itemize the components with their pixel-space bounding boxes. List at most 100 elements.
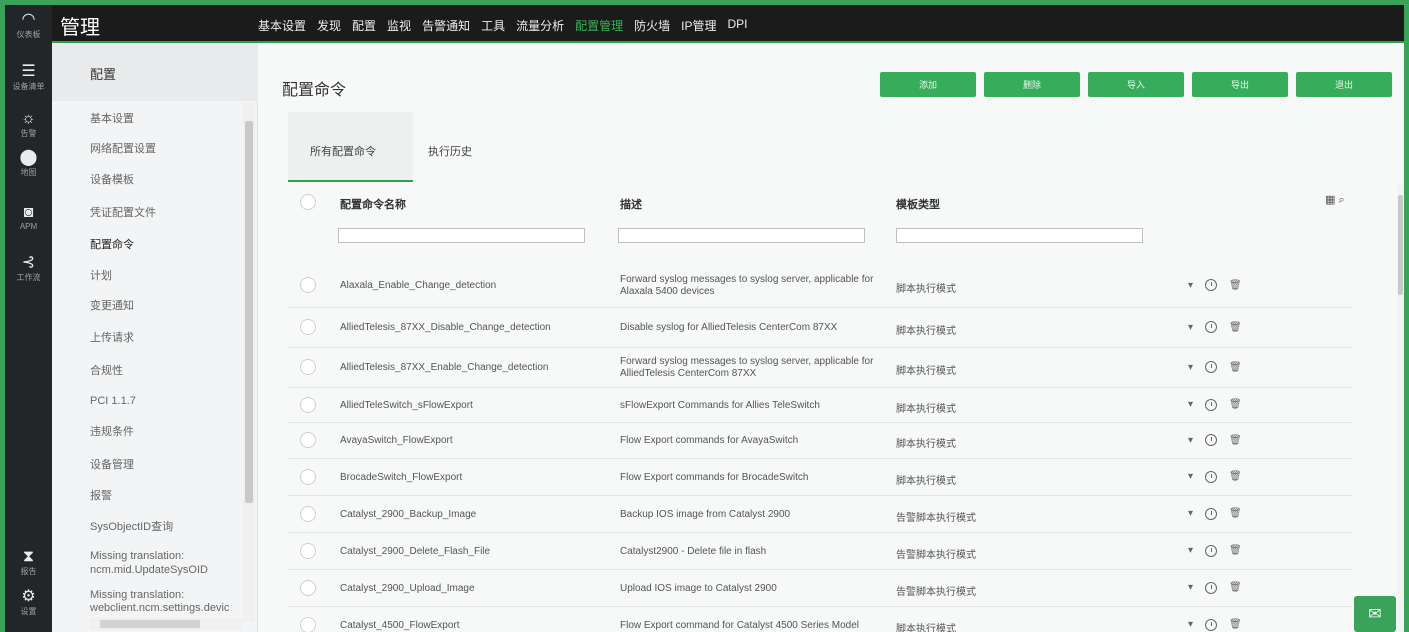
command-name[interactable]: Alaxala_Enable_Change_detection (340, 280, 496, 291)
dropdown-icon[interactable]: ▾ (1188, 399, 1193, 410)
dropdown-icon[interactable]: ▾ (1188, 619, 1193, 630)
add-button[interactable]: 添加 (880, 72, 976, 97)
row-checkbox[interactable] (300, 505, 316, 522)
delete-icon[interactable]: 🗑 (1229, 471, 1242, 482)
schedule-icon[interactable] (1205, 470, 1218, 483)
sidebar-item[interactable]: 违规条件 (90, 426, 134, 439)
sidebar-item[interactable]: 变更通知 (90, 300, 134, 313)
schedule-icon[interactable] (1205, 398, 1218, 411)
table-row[interactable]: AvayaSwitch_FlowExport Flow Export comman… (288, 423, 1353, 459)
nav-item[interactable]: 防火墙 (634, 17, 670, 34)
sidebar-item[interactable]: 基本设置 (90, 113, 134, 126)
schedule-icon[interactable] (1205, 544, 1218, 557)
dropdown-icon[interactable]: ▾ (1188, 471, 1193, 482)
command-name[interactable]: AlliedTelesis_87XX_Enable_Change_detecti… (340, 362, 549, 373)
nav-item[interactable]: DPI (727, 17, 747, 34)
scroll-thumb[interactable] (245, 121, 253, 503)
search-icon[interactable]: ⌕ (1338, 194, 1344, 206)
schedule-icon[interactable] (1205, 581, 1218, 594)
command-name[interactable]: AlliedTeleSwitch_sFlowExport (340, 400, 473, 411)
rail-item[interactable]: ☰ 设备清单 (5, 63, 52, 92)
nav-item[interactable]: 监视 (387, 17, 411, 34)
scroll-thumb[interactable] (100, 620, 200, 628)
schedule-icon[interactable] (1205, 507, 1218, 520)
filter-type-input[interactable] (896, 228, 1143, 243)
sidebar-item[interactable]: 合规性 (90, 365, 123, 378)
delete-icon[interactable]: 🗑 (1229, 619, 1242, 630)
dropdown-icon[interactable]: ▾ (1188, 280, 1193, 291)
rail-item[interactable]: ⚙ 设置 (5, 588, 52, 617)
columns-icon[interactable]: ▦ (1325, 194, 1335, 206)
rail-item[interactable]: ⊰ 工作流 (5, 254, 52, 283)
sidebar-item[interactable]: webclient.ncm.settings.devic (90, 602, 229, 615)
col-header-desc[interactable]: 描述 (620, 196, 642, 212)
delete-button[interactable]: 删除 (984, 72, 1080, 97)
sidebar-hscrollbar[interactable] (90, 618, 242, 630)
sidebar-item[interactable]: 设备模板 (90, 174, 134, 187)
dropdown-icon[interactable]: ▾ (1188, 362, 1193, 373)
row-checkbox[interactable] (300, 542, 316, 559)
command-name[interactable]: Catalyst_2900_Delete_Flash_File (340, 546, 490, 557)
sidebar-item[interactable]: Missing translation: (90, 550, 184, 563)
table-row[interactable]: Catalyst_2900_Delete_Flash_File Catalyst2… (288, 533, 1353, 570)
table-row[interactable]: BrocadeSwitch_FlowExport Flow Export comm… (288, 459, 1353, 496)
row-checkbox[interactable] (300, 468, 316, 485)
nav-item[interactable]: 配置 (352, 17, 376, 34)
sidebar-item[interactable]: 计划 (90, 270, 112, 283)
dropdown-icon[interactable]: ▾ (1188, 435, 1193, 446)
row-checkbox[interactable] (300, 396, 316, 413)
rail-item[interactable]: ⧗ 报告 (5, 548, 52, 577)
dropdown-icon[interactable]: ▾ (1188, 582, 1193, 593)
command-name[interactable]: AvayaSwitch_FlowExport (340, 435, 453, 446)
rail-item[interactable]: ⬤ 地图 (5, 149, 52, 178)
rail-item[interactable]: ☼ 告警 (5, 110, 52, 139)
nav-item[interactable]: 流量分析 (516, 17, 564, 34)
row-checkbox[interactable] (300, 359, 316, 375)
dropdown-icon[interactable]: ▾ (1188, 508, 1193, 519)
exit-button[interactable]: 退出 (1296, 72, 1392, 97)
table-row[interactable]: Catalyst_2900_Backup_Image Backup IOS ima… (288, 496, 1353, 533)
nav-item[interactable]: 配置管理 (575, 17, 623, 34)
schedule-icon[interactable] (1205, 321, 1218, 333)
nav-item[interactable]: 告警通知 (422, 17, 470, 34)
dropdown-icon[interactable]: ▾ (1188, 545, 1193, 556)
row-checkbox[interactable] (300, 319, 316, 335)
schedule-icon[interactable] (1205, 361, 1218, 373)
scroll-thumb[interactable] (1398, 195, 1403, 295)
delete-icon[interactable]: 🗑 (1229, 435, 1242, 446)
chat-icon[interactable]: ✉ (1354, 596, 1396, 632)
nav-item[interactable]: 基本设置 (258, 17, 306, 34)
nav-item[interactable]: 工具 (481, 17, 505, 34)
row-checkbox[interactable] (300, 616, 316, 632)
rail-item[interactable]: ◠ 仪表板 (5, 11, 52, 40)
sidebar-item[interactable]: 网络配置设置 (90, 143, 156, 156)
delete-icon[interactable]: 🗑 (1229, 508, 1242, 519)
sidebar-item[interactable]: Missing translation: (90, 589, 184, 602)
tab-history[interactable]: 执行历史 (413, 112, 513, 182)
import-button[interactable]: 导入 (1088, 72, 1184, 97)
table-row[interactable]: AlliedTelesis_87XX_Disable_Change_detect… (288, 308, 1353, 348)
sidebar-item[interactable]: 配置命令 (90, 239, 134, 252)
sidebar-item[interactable]: 凭证配置文件 (90, 207, 156, 220)
schedule-icon[interactable] (1205, 279, 1218, 291)
command-name[interactable]: Catalyst_2900_Backup_Image (340, 509, 476, 520)
sidebar-item[interactable]: 设备管理 (90, 459, 134, 472)
sidebar-scrollbar[interactable] (243, 103, 255, 622)
filter-name-input[interactable] (338, 228, 585, 243)
sidebar-item[interactable]: ncm.mid.UpdateSysOID (90, 564, 208, 577)
filter-desc-input[interactable] (618, 228, 865, 243)
table-row[interactable]: AlliedTelesis_87XX_Enable_Change_detecti… (288, 348, 1353, 388)
command-name[interactable]: AlliedTelesis_87XX_Disable_Change_detect… (340, 322, 551, 333)
col-header-type[interactable]: 模板类型 (896, 196, 940, 212)
delete-icon[interactable]: 🗑 (1229, 362, 1242, 373)
delete-icon[interactable]: 🗑 (1229, 582, 1242, 593)
nav-item[interactable]: IP管理 (681, 17, 716, 34)
delete-icon[interactable]: 🗑 (1229, 399, 1242, 410)
table-row[interactable]: Catalyst_2900_Upload_Image Upload IOS ima… (288, 570, 1353, 607)
delete-icon[interactable]: 🗑 (1229, 280, 1242, 291)
main-scrollbar[interactable] (1397, 183, 1404, 632)
col-header-name[interactable]: 配置命令名称 (340, 196, 406, 212)
command-name[interactable]: BrocadeSwitch_FlowExport (340, 472, 462, 483)
sidebar-item[interactable]: PCI 1.1.7 (90, 395, 136, 408)
export-button[interactable]: 导出 (1192, 72, 1288, 97)
